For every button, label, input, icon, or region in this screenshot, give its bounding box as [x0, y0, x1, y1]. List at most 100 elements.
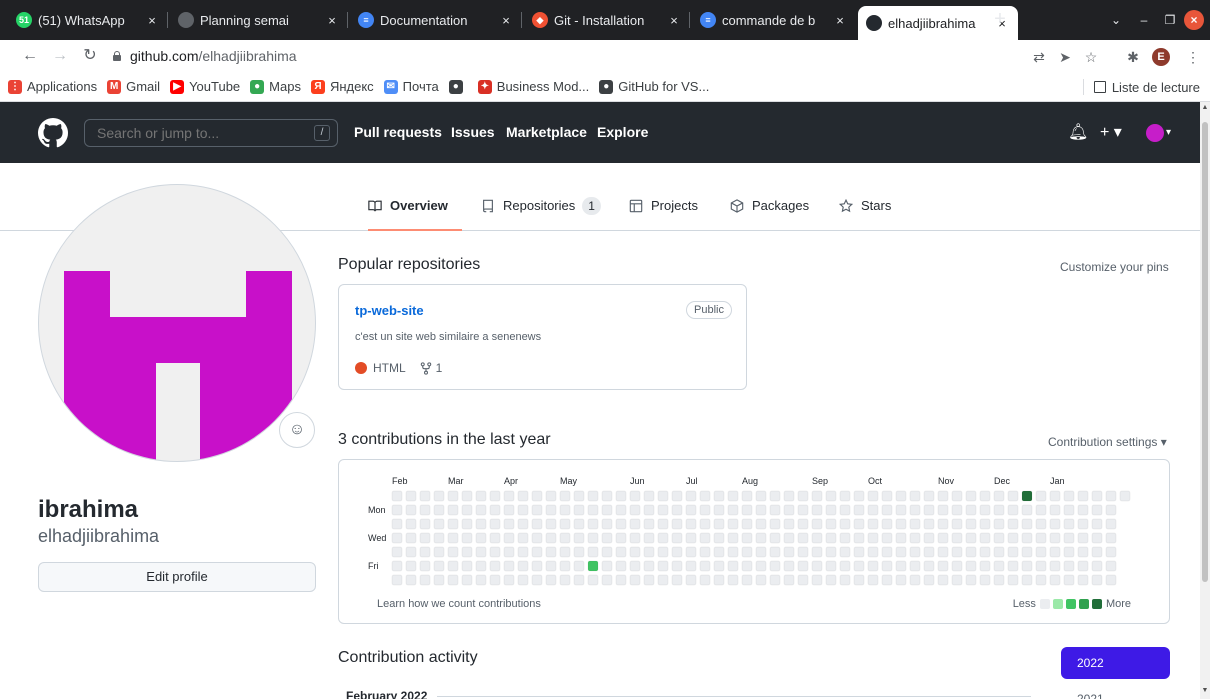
contribution-day-cell[interactable]	[419, 574, 431, 586]
contribution-day-cell[interactable]	[1063, 504, 1075, 516]
contribution-day-cell[interactable]	[517, 532, 529, 544]
contribution-day-cell[interactable]	[1105, 546, 1117, 558]
contribution-day-cell[interactable]	[951, 560, 963, 572]
contribution-day-cell[interactable]	[601, 532, 613, 544]
contribution-day-cell[interactable]	[615, 574, 627, 586]
contribution-day-cell[interactable]	[545, 574, 557, 586]
contribution-day-cell[interactable]	[545, 490, 557, 502]
contribution-day-cell[interactable]	[853, 504, 865, 516]
contribution-day-cell[interactable]	[601, 560, 613, 572]
contribution-day-cell[interactable]	[783, 532, 795, 544]
contribution-day-cell[interactable]	[699, 504, 711, 516]
contribution-day-cell[interactable]	[797, 490, 809, 502]
contribution-day-cell[interactable]	[1007, 490, 1019, 502]
contribution-day-cell[interactable]	[1021, 504, 1033, 516]
contribution-day-cell[interactable]	[699, 560, 711, 572]
contribution-day-cell[interactable]	[951, 490, 963, 502]
contribution-day-cell[interactable]	[1077, 518, 1089, 530]
year-filter-2021[interactable]: 2021	[1077, 692, 1104, 699]
contribution-day-cell[interactable]	[545, 532, 557, 544]
contribution-day-cell[interactable]	[769, 532, 781, 544]
contribution-day-cell[interactable]	[993, 490, 1005, 502]
contribution-day-cell[interactable]	[811, 518, 823, 530]
contribution-day-cell[interactable]	[545, 546, 557, 558]
profile-avatar-icon[interactable]: E	[1152, 48, 1170, 66]
contribution-day-cell[interactable]	[937, 532, 949, 544]
contribution-day-cell[interactable]	[1007, 574, 1019, 586]
contribution-day-cell[interactable]	[951, 504, 963, 516]
set-status-smiley-icon[interactable]: ☺	[279, 412, 315, 448]
contribution-day-cell[interactable]	[629, 504, 641, 516]
contribution-day-cell[interactable]	[1091, 532, 1103, 544]
contribution-day-cell[interactable]	[755, 504, 767, 516]
contribution-day-cell[interactable]	[1105, 532, 1117, 544]
bookmark-item[interactable]: ●	[448, 79, 468, 94]
contribution-day-cell[interactable]	[419, 504, 431, 516]
notification-bell-icon[interactable]: 🔔︎	[1068, 122, 1088, 142]
contribution-day-cell[interactable]	[1063, 574, 1075, 586]
contribution-day-cell[interactable]	[419, 560, 431, 572]
contribution-day-cell[interactable]	[1063, 546, 1075, 558]
contribution-day-cell[interactable]	[979, 490, 991, 502]
contribution-day-cell[interactable]	[881, 518, 893, 530]
customize-pins-link[interactable]: Customize your pins	[1060, 260, 1169, 274]
browser-tab[interactable]: ≡ commande de b ×	[692, 6, 856, 34]
contribution-day-cell[interactable]	[909, 574, 921, 586]
contribution-day-cell[interactable]	[461, 574, 473, 586]
contribution-day-cell[interactable]	[1021, 560, 1033, 572]
contribution-day-cell[interactable]	[685, 574, 697, 586]
contribution-day-cell[interactable]	[727, 490, 739, 502]
contribution-day-cell[interactable]	[741, 560, 753, 572]
contribution-day-cell[interactable]	[783, 574, 795, 586]
contribution-day-cell[interactable]	[629, 546, 641, 558]
contribution-day-cell[interactable]	[699, 518, 711, 530]
contribution-day-cell[interactable]	[1077, 574, 1089, 586]
contribution-day-cell[interactable]	[489, 518, 501, 530]
contribution-day-cell[interactable]	[1091, 560, 1103, 572]
contribution-day-cell[interactable]	[685, 532, 697, 544]
contribution-day-cell[interactable]	[839, 560, 851, 572]
contribution-day-cell[interactable]	[909, 546, 921, 558]
contribution-day-cell[interactable]	[1049, 504, 1061, 516]
contribution-day-cell[interactable]	[587, 574, 599, 586]
contribution-day-cell[interactable]	[769, 504, 781, 516]
new-tab-button[interactable]: +	[988, 8, 1012, 32]
contribution-day-cell[interactable]	[461, 490, 473, 502]
contribution-day-cell[interactable]	[405, 546, 417, 558]
contribution-day-cell[interactable]	[965, 518, 977, 530]
contribution-day-cell[interactable]	[433, 518, 445, 530]
contribution-day-cell[interactable]	[601, 518, 613, 530]
contribution-day-cell[interactable]	[811, 560, 823, 572]
contribution-day-cell[interactable]	[671, 560, 683, 572]
contribution-day-cell[interactable]	[1105, 560, 1117, 572]
contribution-day-cell[interactable]	[517, 574, 529, 586]
contribution-day-cell[interactable]	[825, 532, 837, 544]
contribution-day-cell[interactable]	[503, 518, 515, 530]
contribution-day-cell[interactable]	[629, 532, 641, 544]
contribution-day-cell[interactable]	[937, 546, 949, 558]
contribution-day-cell[interactable]	[783, 546, 795, 558]
contribution-day-cell[interactable]	[391, 560, 403, 572]
contribution-day-cell[interactable]	[391, 574, 403, 586]
contribution-day-cell[interactable]	[1091, 504, 1103, 516]
contribution-day-cell[interactable]	[993, 504, 1005, 516]
contribution-day-cell[interactable]	[783, 518, 795, 530]
contribution-day-cell[interactable]	[1007, 532, 1019, 544]
contribution-day-cell[interactable]	[587, 560, 599, 572]
contribution-day-cell[interactable]	[895, 518, 907, 530]
profile-avatar[interactable]	[38, 184, 316, 462]
contribution-day-cell[interactable]	[531, 504, 543, 516]
contribution-day-cell[interactable]	[699, 532, 711, 544]
contribution-day-cell[interactable]	[951, 518, 963, 530]
contribution-day-cell[interactable]	[979, 532, 991, 544]
contribution-day-cell[interactable]	[475, 574, 487, 586]
contribution-day-cell[interactable]	[811, 546, 823, 558]
tab-close-icon[interactable]: ×	[832, 13, 848, 28]
contribution-day-cell[interactable]	[1049, 532, 1061, 544]
contribution-day-cell[interactable]	[895, 504, 907, 516]
contribution-day-cell[interactable]	[419, 546, 431, 558]
contribution-day-cell[interactable]	[867, 504, 879, 516]
contribution-day-cell[interactable]	[531, 518, 543, 530]
contribution-day-cell[interactable]	[951, 574, 963, 586]
contribution-day-cell[interactable]	[531, 574, 543, 586]
